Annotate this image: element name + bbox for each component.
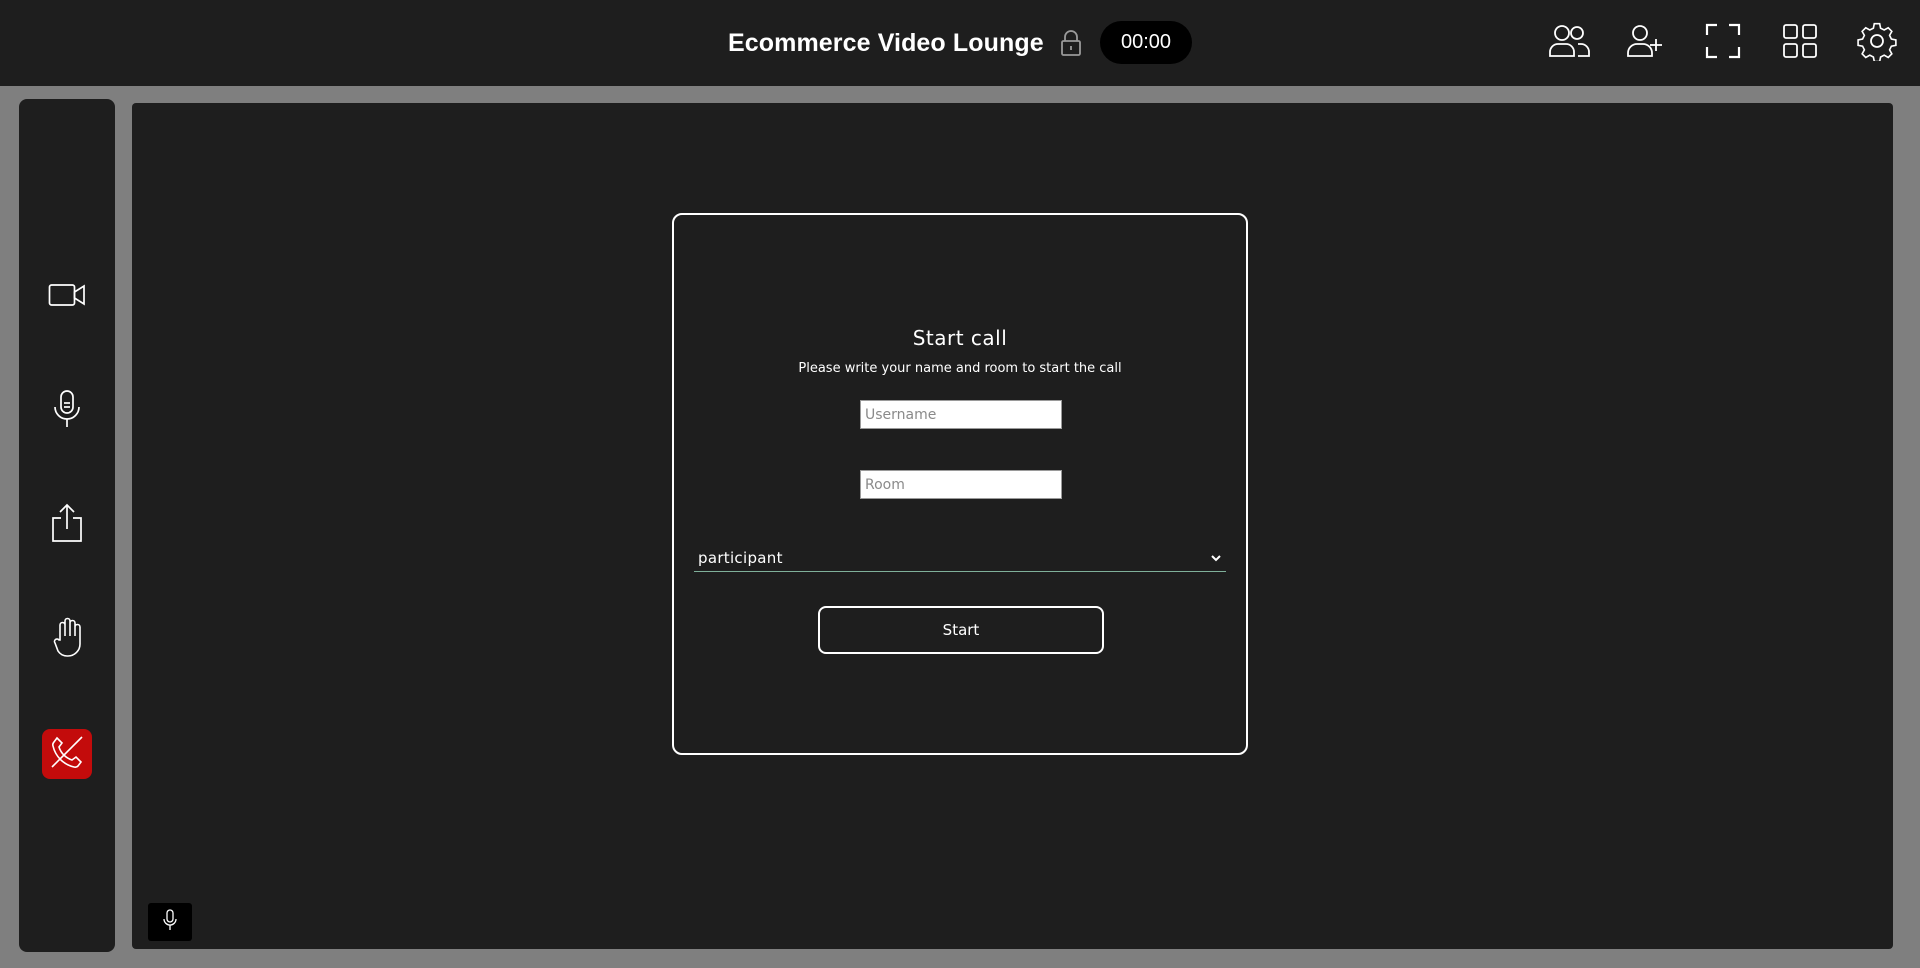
start-button[interactable]: Start [818, 606, 1104, 654]
lock-icon[interactable] [1058, 28, 1084, 58]
microphone-icon [52, 389, 82, 433]
dialog-subtitle: Please write your name and room to start… [798, 361, 1122, 376]
dialog-title: Start call [912, 326, 1008, 350]
grid-layout-button[interactable] [1778, 22, 1822, 64]
fullscreen-button[interactable] [1701, 22, 1745, 64]
fullscreen-icon [1705, 23, 1741, 63]
call-timer: 00:00 [1100, 21, 1192, 64]
raise-hand-button[interactable] [43, 615, 91, 663]
role-select-value: participant [698, 548, 783, 567]
settings-button[interactable] [1855, 22, 1899, 64]
call-controls-sidebar [19, 99, 115, 952]
hang-up-button[interactable] [42, 729, 92, 779]
share-screen-button[interactable] [43, 501, 91, 549]
video-camera-icon [48, 282, 86, 312]
start-call-dialog: Start call Please write your name and ro… [672, 213, 1248, 755]
share-icon [50, 503, 84, 547]
chevron-down-icon [1210, 548, 1222, 567]
phone-hangup-icon [49, 734, 85, 774]
room-title: Ecommerce Video Lounge [728, 28, 1044, 57]
gear-icon [1857, 21, 1897, 65]
participants-button[interactable] [1547, 22, 1591, 64]
top-bar: Ecommerce Video Lounge 00:00 [0, 0, 1920, 86]
participants-icon [1548, 23, 1590, 63]
microphone-icon [162, 909, 178, 935]
username-input[interactable] [860, 400, 1062, 429]
grid-icon [1782, 23, 1818, 63]
add-participant-button[interactable] [1624, 22, 1668, 64]
microphone-toggle-button[interactable] [43, 387, 91, 435]
hand-icon [52, 616, 82, 662]
role-select[interactable]: participant [694, 544, 1226, 572]
room-input[interactable] [860, 470, 1062, 499]
room-header: Ecommerce Video Lounge [728, 22, 1084, 64]
local-mic-indicator[interactable] [148, 903, 192, 941]
add-user-icon [1626, 23, 1666, 63]
camera-toggle-button[interactable] [43, 273, 91, 321]
